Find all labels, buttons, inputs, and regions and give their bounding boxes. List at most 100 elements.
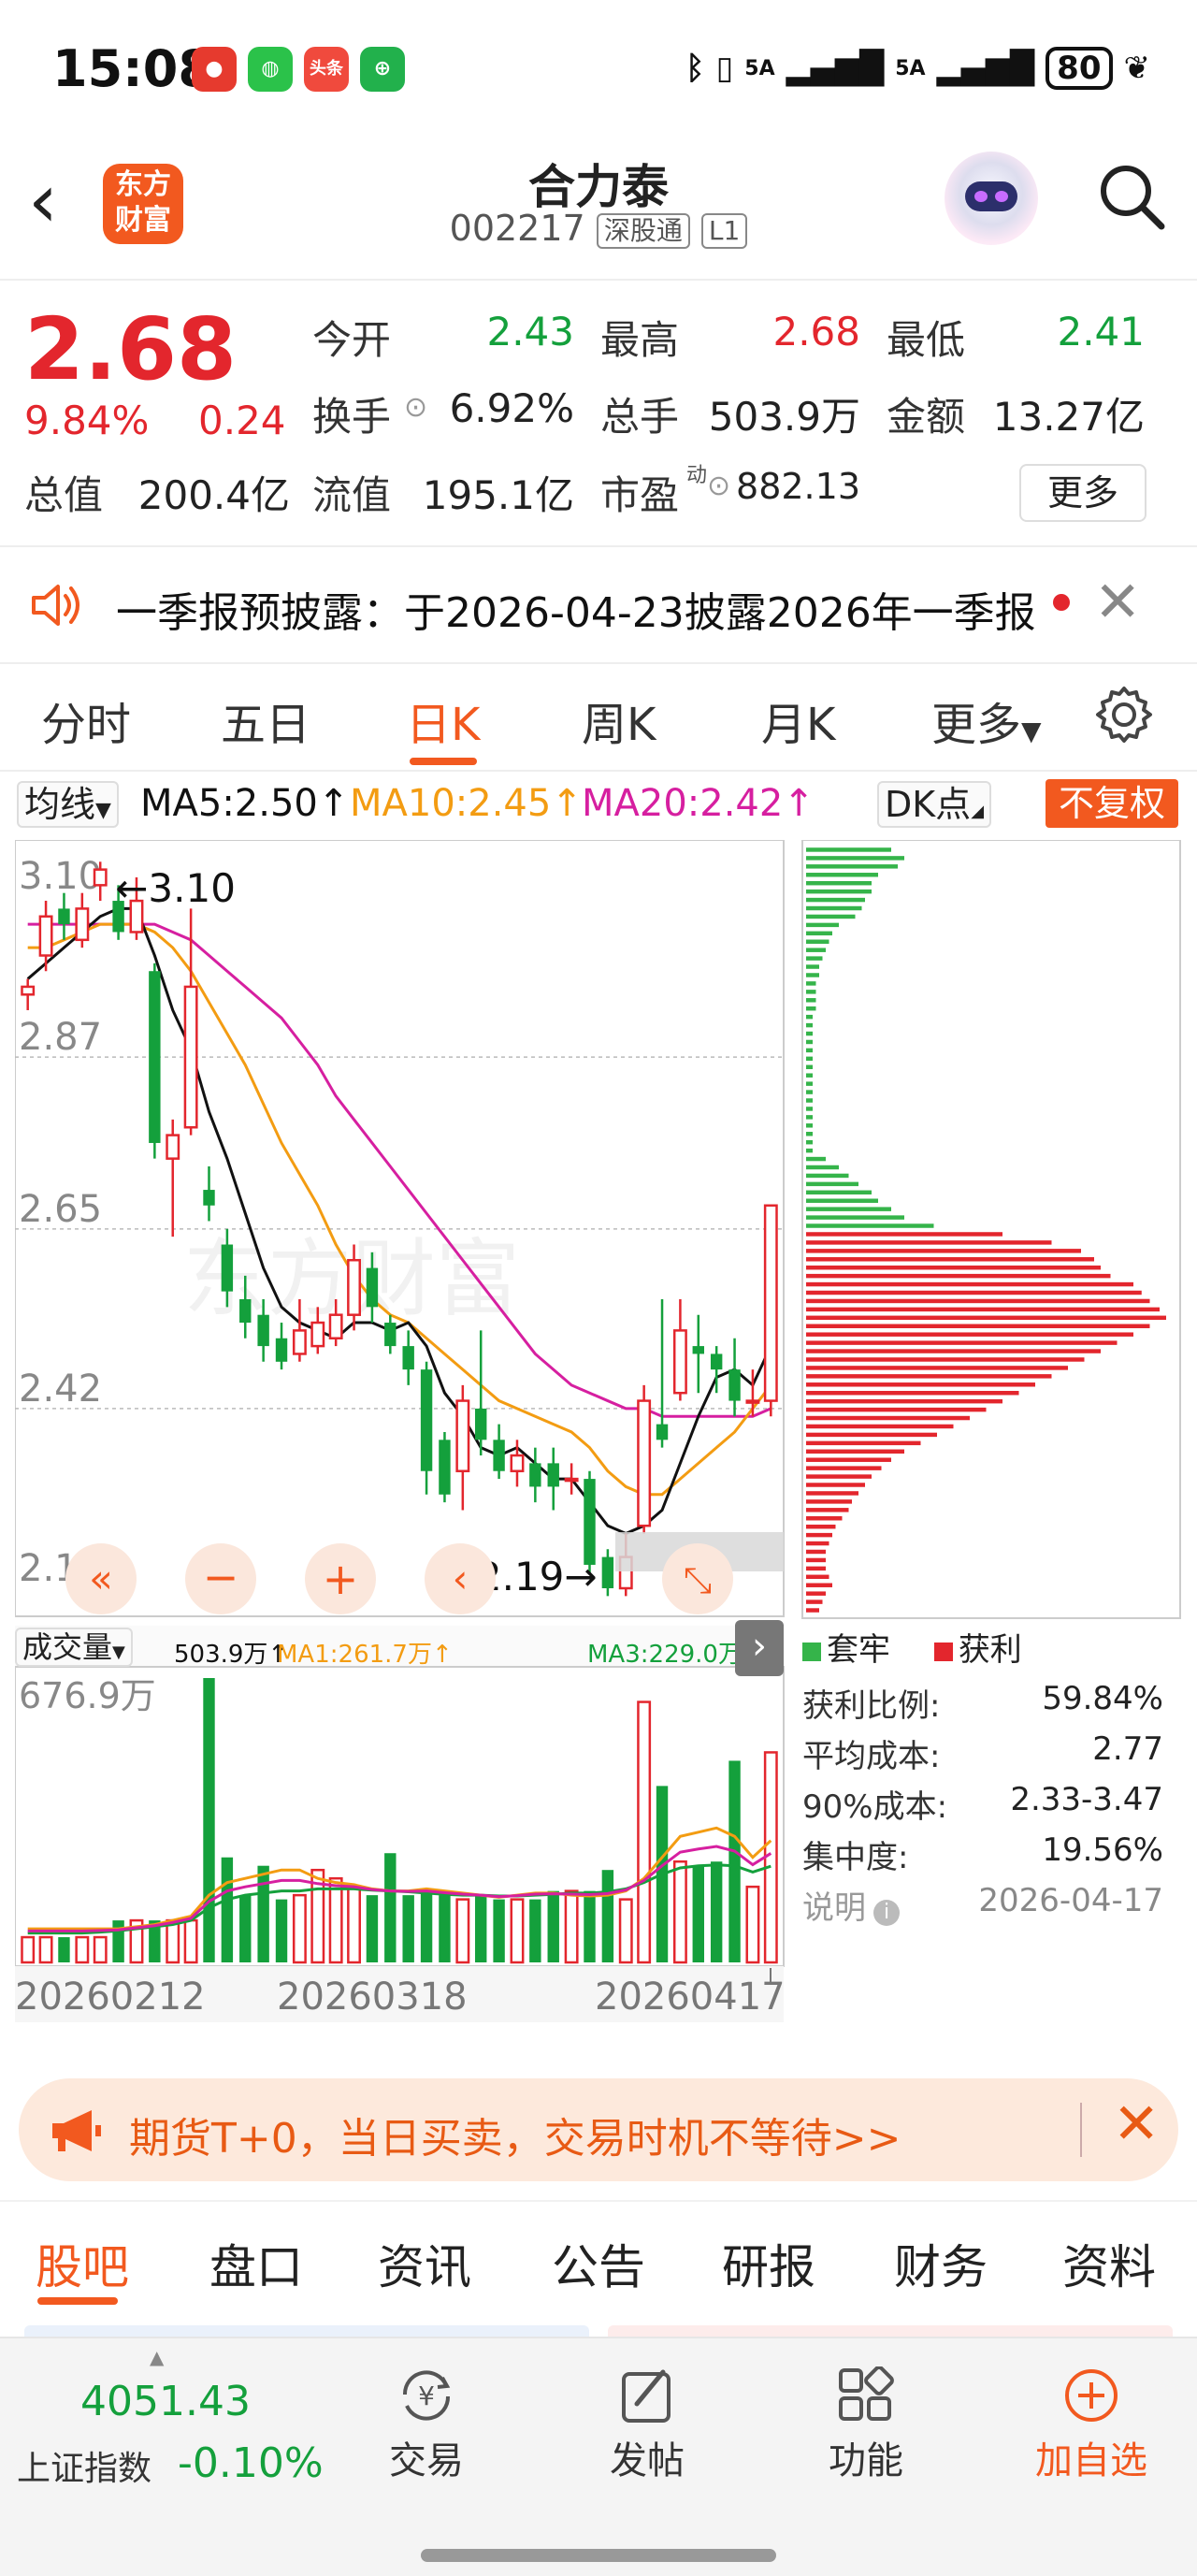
y-tick-label: 2.42 [19, 1368, 102, 1411]
panel-next-button[interactable]: › [735, 1620, 784, 1676]
edit-post-icon [622, 2369, 671, 2423]
chip-bar [806, 1223, 934, 1228]
chip-bar [806, 981, 816, 986]
notice-close-icon[interactable]: ✕ [1094, 570, 1141, 635]
chip-bar [806, 1374, 1052, 1379]
index-name[interactable]: 上证指数 [17, 2441, 151, 2490]
leaf-icon: ❦ [1123, 50, 1151, 87]
nav-post[interactable]: 发帖 [582, 2366, 713, 2484]
candle-body [455, 1399, 470, 1472]
candle-body [728, 1369, 741, 1401]
tab-intraday[interactable]: 分时 [41, 687, 131, 753]
more-quote-button[interactable]: 更多 [1019, 464, 1147, 522]
nav-functions[interactable]: 功能 [800, 2366, 931, 2484]
signal-label-2: 5A [895, 56, 926, 80]
tab-guba[interactable]: 股吧 [36, 2230, 129, 2297]
chip-bar [806, 990, 816, 994]
ad-close-icon[interactable]: ✕ [1113, 2091, 1160, 2157]
candle-body [93, 868, 108, 887]
chip-distribution-frame [801, 840, 1181, 1619]
pe-superscript: 动 [686, 464, 708, 487]
chip-bar [806, 1516, 843, 1521]
notice-bar[interactable]: 一季报预披露：于2026-04-23披露2026年一季报 ✕ [0, 547, 1197, 664]
stock-code: 002217 [449, 208, 585, 249]
chip-bar [806, 1340, 1118, 1345]
chip-bar [806, 1207, 891, 1211]
chip-bar [806, 1056, 813, 1062]
chip-bar [806, 897, 865, 903]
chip-bar [806, 1090, 813, 1094]
active-info-tab-underline [37, 2297, 118, 2305]
volume-bar [547, 1890, 559, 1962]
tab-announcements[interactable]: 公告 [552, 2230, 645, 2297]
chip-bar [806, 998, 816, 1003]
toutiao-app-icon: 头条 [304, 47, 349, 92]
tab-finance[interactable]: 财务 [894, 2230, 988, 2297]
volume-indicator-selector[interactable]: 成交量▼ [15, 1628, 133, 1667]
nav-add-watchlist[interactable]: 加自选 [1021, 2366, 1161, 2484]
high-value: 2.68 [772, 309, 860, 355]
search-icon[interactable] [1094, 159, 1169, 234]
candle-body [183, 985, 198, 1129]
futures-ad-banner[interactable]: 期货T+0，当日买卖，交易时机不等待>> ✕ [19, 2078, 1178, 2181]
turnover-value: 6.92% [449, 385, 574, 431]
stat-explain[interactable]: 说明 i 2026-04-17 [802, 1882, 1163, 1928]
market-cap-value: 200.4亿 [137, 472, 290, 518]
chip-bar [806, 1165, 839, 1170]
tab-weekly-k[interactable]: 周K [582, 687, 656, 753]
tab-five-day[interactable]: 五日 [221, 687, 310, 753]
tab-pankou[interactable]: 盘口 [209, 2230, 303, 2297]
index-change-pct[interactable]: -0.10% [178, 2439, 324, 2487]
chip-bar [806, 1499, 852, 1504]
high-label: 最高 [600, 317, 680, 363]
volume-bar [455, 1898, 470, 1964]
assistant-robot-icon[interactable] [945, 152, 1038, 245]
nav-trade[interactable]: ¥ 交易 [361, 2366, 492, 2484]
kline-chart-area[interactable]: 3.102.872.652.422.19 东方财富 ←3.102.19→ « −… [15, 840, 1195, 2234]
volume-bar [21, 1935, 36, 1964]
tab-profile[interactable]: 资料 [1062, 2230, 1156, 2297]
index-value[interactable]: 4051.43 [80, 2378, 251, 2425]
chip-bar [806, 1440, 921, 1446]
tab-more[interactable]: 更多▼ [931, 687, 1042, 753]
candle-body [310, 1321, 325, 1348]
pe-info-icon[interactable]: ⊙ [707, 470, 730, 502]
tab-research[interactable]: 研报 [722, 2230, 815, 2297]
tab-daily-k[interactable]: 日K [406, 687, 480, 753]
megaphone-icon [52, 2110, 101, 2151]
legend-trapped: 套牢 [827, 1631, 890, 1669]
stat-label: 90%成本: [802, 1788, 948, 1826]
card-edge-left [24, 2325, 589, 2337]
chip-bar [806, 1541, 829, 1546]
stat-profit-ratio: 获利比例: 59.84% [802, 1680, 1163, 1726]
chip-bar [806, 1390, 1019, 1396]
indicator-selector[interactable]: 均线▼ [17, 781, 119, 828]
tab-monthly-k[interactable]: 月K [761, 687, 835, 753]
chip-bar [806, 1524, 836, 1529]
stat-label: 平均成本: [802, 1738, 941, 1775]
candle-body [221, 1244, 234, 1292]
dk-point-selector[interactable]: DK点◢ [877, 781, 992, 828]
volume-bar [510, 1898, 525, 1964]
volume-bar [347, 1885, 361, 1964]
float-cap-label: 流值 [312, 472, 392, 518]
status-bar: 15:08 ● ◍ 头条 ⊕ ᛒ ▯ 5A ▂▄▆█ 5A ▂▄▆█ 80 ❦ [0, 0, 1197, 140]
adjust-button[interactable]: 不复权 [1046, 779, 1178, 828]
chip-bar [806, 1366, 1068, 1370]
amount-label: 金额 [887, 394, 966, 440]
svg-text:−: − [203, 1552, 239, 1602]
ma-legend: 均线▼ MA5:2.50↑ MA10:2.45↑ MA20:2.42↑ DK点◢… [0, 776, 1197, 832]
candle-body [420, 1369, 433, 1471]
stat-label: 集中度: [802, 1839, 909, 1876]
candle-body [493, 1440, 505, 1471]
volume-bar [618, 1898, 633, 1964]
netease-app-icon: ● [192, 47, 237, 92]
volume-selector-label: 成交量 [22, 1629, 113, 1665]
volume-ma1-label: MA1:261.7万↑ [277, 1641, 453, 1669]
tab-news[interactable]: 资讯 [378, 2230, 471, 2297]
corner-arrow-icon: ◢ [971, 802, 985, 821]
chip-bar [806, 1048, 813, 1053]
open-value: 2.43 [486, 309, 574, 355]
gear-icon[interactable] [1094, 685, 1154, 745]
info-icon[interactable]: ⊙ [404, 391, 427, 424]
